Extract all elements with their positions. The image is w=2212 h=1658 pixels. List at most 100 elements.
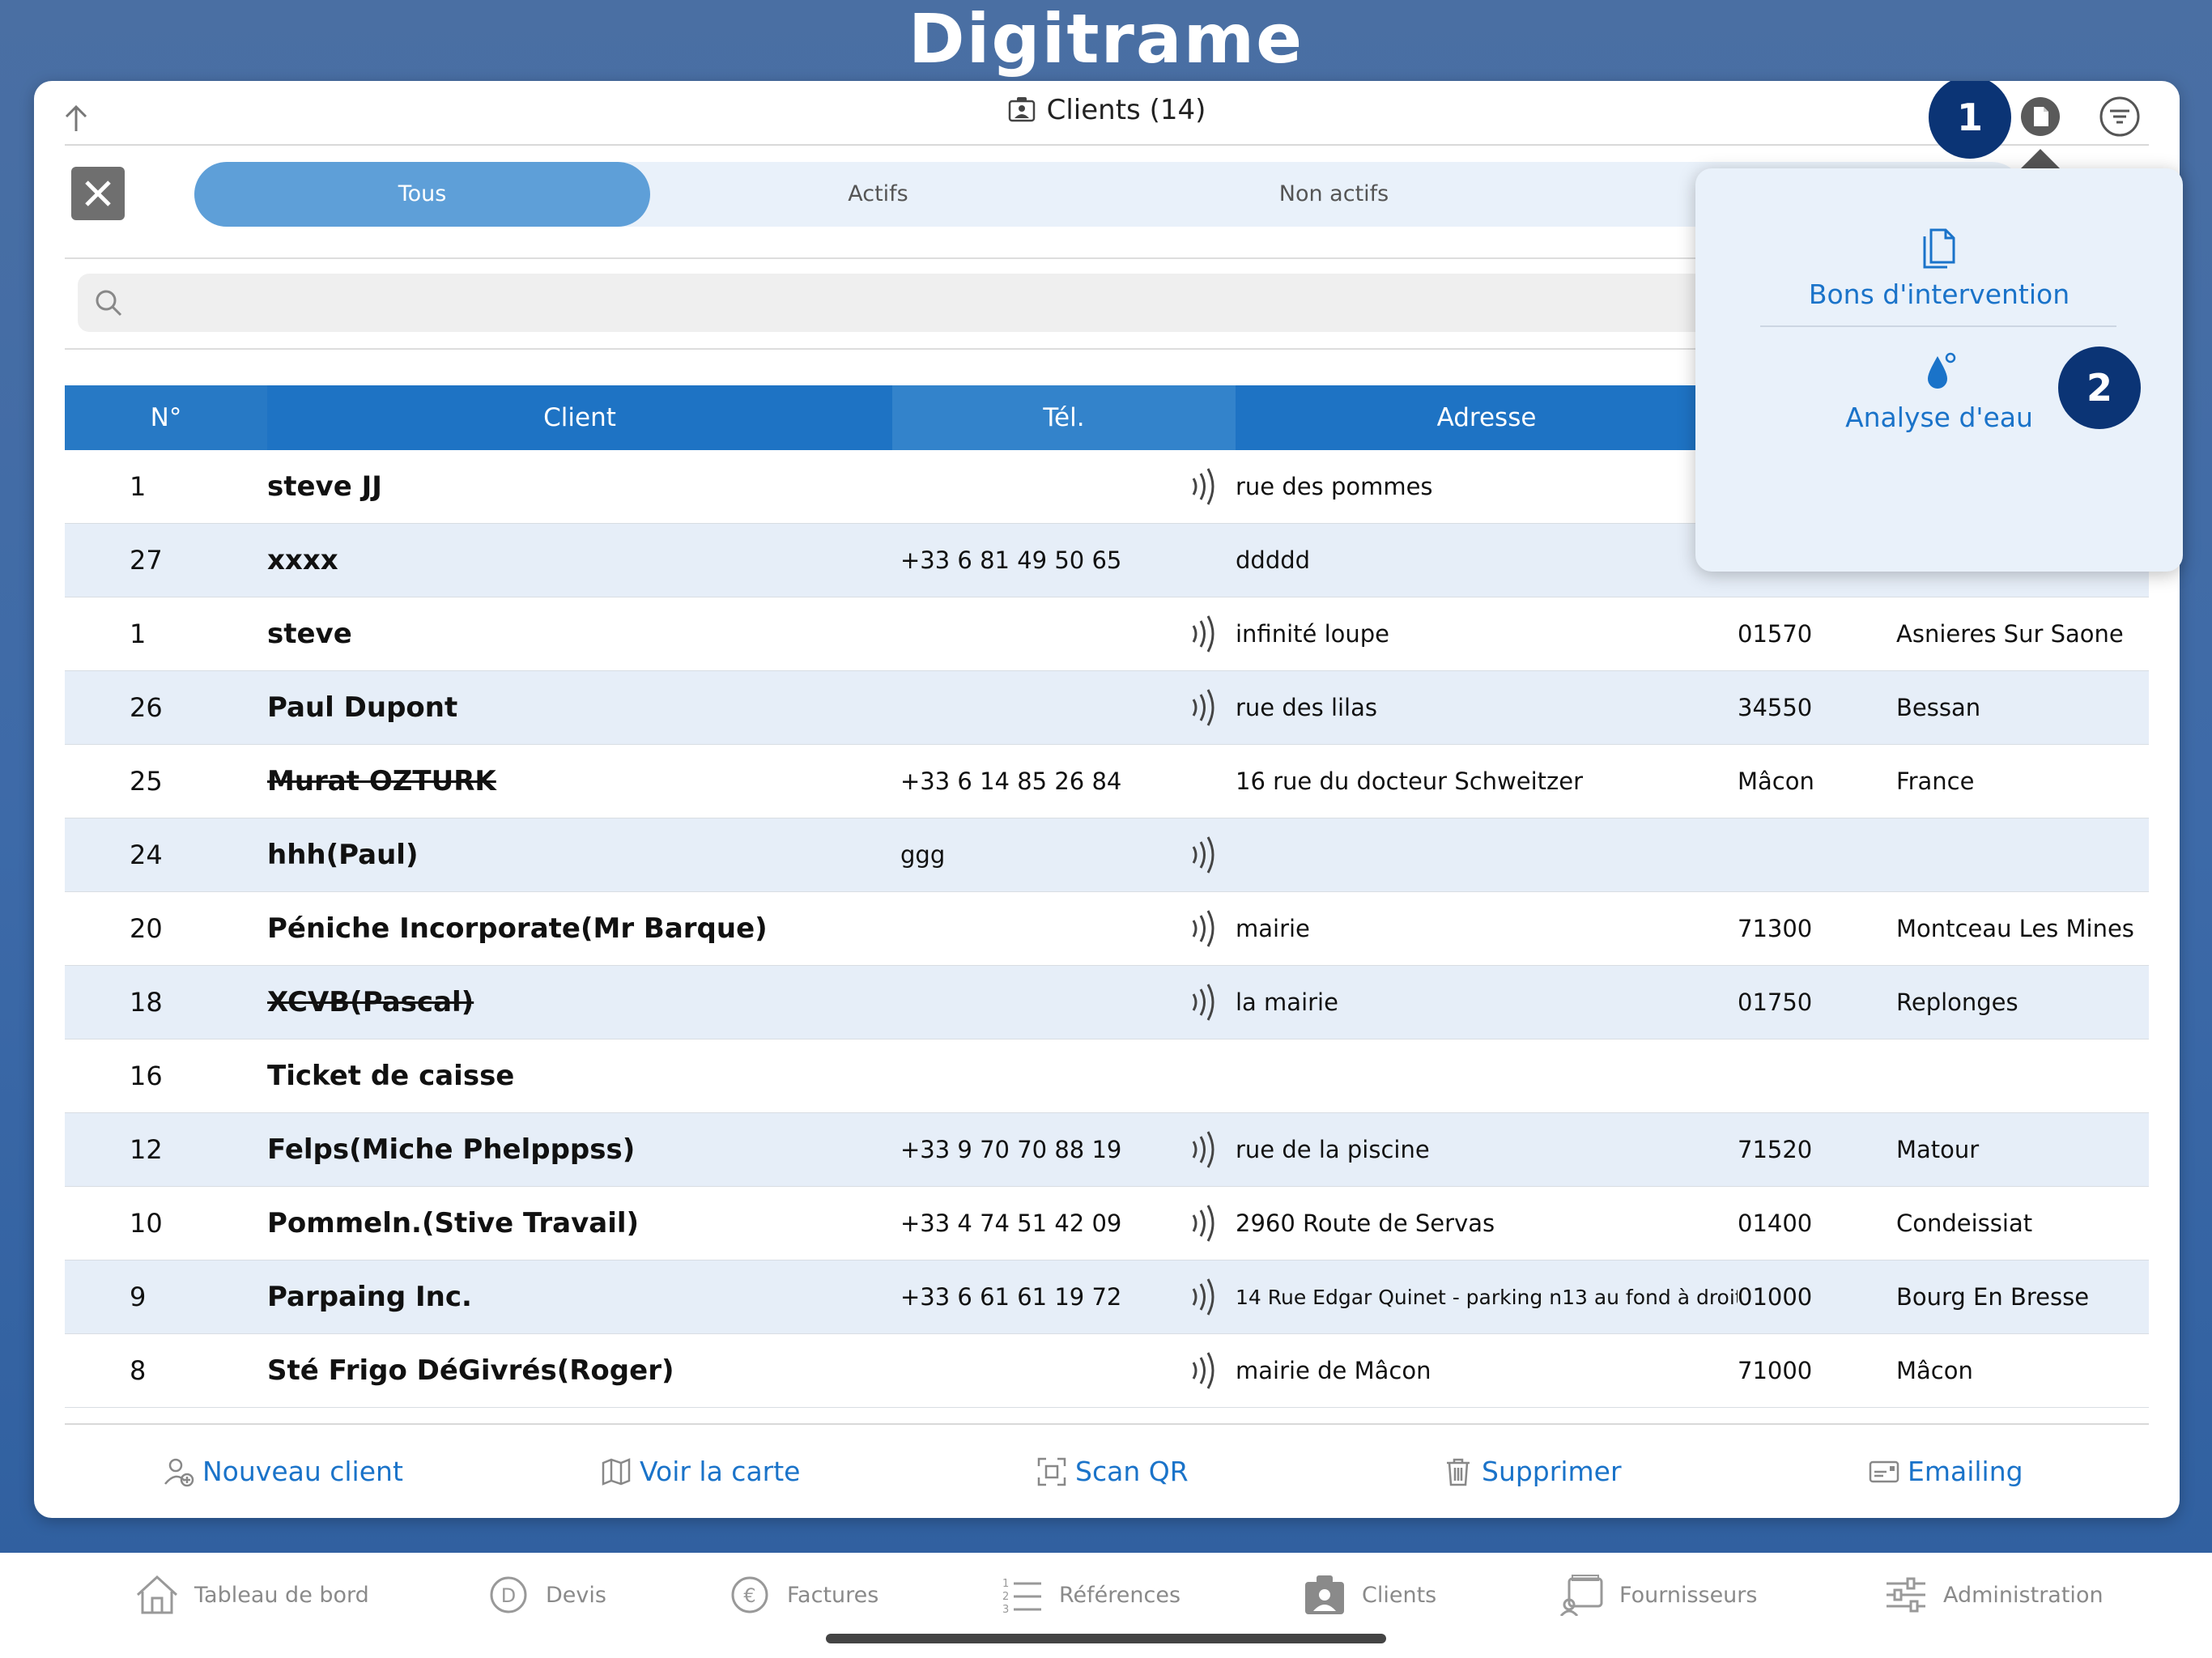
- emailing-button[interactable]: Emailing: [1869, 1441, 2023, 1503]
- documents-button[interactable]: [2019, 96, 2061, 138]
- cell-city: Mâcon: [1896, 1357, 1973, 1384]
- qr-scan-icon: [1037, 1457, 1066, 1486]
- contact-card-icon: [1305, 1575, 1344, 1614]
- cell-number: 18: [130, 987, 163, 1018]
- table-row[interactable]: 8 Sté Frigo DéGivrés(Roger) mairie de Mâco…: [65, 1334, 2149, 1408]
- view-map-label: Voir la carte: [640, 1456, 801, 1487]
- cell-phone: [892, 907, 1236, 950]
- phone-number: +33 9 70 70 88 19: [900, 1136, 1122, 1163]
- menu-item-label: Analyse d'eau: [1845, 402, 2033, 433]
- svg-text:3: 3: [1002, 1604, 1009, 1616]
- new-client-button[interactable]: Nouveau client: [164, 1441, 403, 1503]
- numbered-list-icon: 123: [1002, 1578, 1041, 1616]
- contact-card-icon: [1008, 97, 1035, 122]
- cell-client-name: xxxx: [267, 544, 338, 576]
- table-row[interactable]: 20 Péniche Incorporate(Mr Barque) mairie 71…: [65, 892, 2149, 966]
- table-row[interactable]: 16 Ticket de caisse: [65, 1039, 2149, 1113]
- tab-label: Clients: [1362, 1582, 1437, 1608]
- cell-address: ddddd: [1236, 546, 1311, 574]
- table-row[interactable]: 24 hhh(Paul) ggg: [65, 818, 2149, 892]
- phone-number: +33 6 14 85 26 84: [900, 767, 1122, 795]
- tab-devis[interactable]: D Devis: [486, 1571, 606, 1619]
- tab-actifs[interactable]: Actifs: [650, 162, 1106, 227]
- add-user-icon: [164, 1458, 194, 1487]
- nfc-contactless-icon: [1192, 910, 1214, 947]
- scan-qr-button[interactable]: Scan QR: [1036, 1441, 1189, 1503]
- tab-label: Références: [1059, 1582, 1181, 1608]
- filter-lines-icon: [2099, 96, 2140, 137]
- cell-number: 24: [130, 840, 163, 870]
- cell-client-name: XCVB(Pascal): [267, 986, 474, 1018]
- tab-administration[interactable]: Administration: [1883, 1571, 2104, 1619]
- scan-qr-label: Scan QR: [1075, 1456, 1189, 1487]
- cell-phone: +33 6 81 49 50 65: [892, 546, 1236, 574]
- cell-address: mairie: [1236, 915, 1310, 942]
- tab-tous[interactable]: Tous: [194, 162, 650, 227]
- col-header-phone[interactable]: Tél.: [892, 385, 1236, 450]
- table-row[interactable]: 26 Paul Dupont rue des lilas 34550 Bessan: [65, 671, 2149, 745]
- nfc-contactless-icon: [1192, 1131, 1214, 1168]
- home-indicator[interactable]: [826, 1634, 1386, 1643]
- cell-city: Asnieres Sur Saone: [1896, 620, 2124, 648]
- cell-phone: [892, 686, 1236, 729]
- devis-icon: D: [490, 1576, 527, 1613]
- app-logo: Digitrame: [908, 0, 1304, 79]
- cell-number: 25: [130, 766, 163, 797]
- page-title-text: Clients (14): [1046, 94, 1206, 126]
- close-button[interactable]: [71, 167, 125, 220]
- tab-fournisseurs[interactable]: Fournisseurs: [1559, 1571, 1757, 1619]
- svg-text:1: 1: [1002, 1578, 1009, 1590]
- filter-button[interactable]: [2099, 96, 2141, 138]
- tab-references[interactable]: 123 Références: [999, 1571, 1180, 1619]
- table-row[interactable]: 10 Pommeln.(Stive Travail) +33 4 74 51 42 …: [65, 1187, 2149, 1261]
- cell-postcode: 71520: [1738, 1136, 1813, 1163]
- cell-city: Bessan: [1896, 694, 1981, 721]
- cell-city: France: [1896, 767, 1975, 795]
- col-header-address[interactable]: Adresse: [1236, 385, 1738, 450]
- euro-icon: €: [731, 1576, 768, 1613]
- nfc-contactless-icon: [1192, 468, 1214, 505]
- cell-phone: ggg: [892, 833, 1236, 877]
- cell-postcode: 01750: [1738, 988, 1813, 1016]
- col-header-number[interactable]: N°: [65, 385, 267, 450]
- tab-non-actifs[interactable]: Non actifs: [1106, 162, 1562, 227]
- email-card-icon: [1869, 1460, 1899, 1483]
- tab-clients[interactable]: Clients: [1302, 1571, 1436, 1619]
- svg-text:€: €: [743, 1584, 755, 1607]
- cell-number: 20: [130, 913, 163, 944]
- nfc-contactless-icon: [1192, 984, 1214, 1021]
- cell-client-name: Felps(Miche Phelpppss): [267, 1133, 636, 1166]
- table-row[interactable]: 1 steve infinité loupe 01570 Asnieres Sur Sa…: [65, 597, 2149, 671]
- cell-client-name: Ticket de caisse: [267, 1060, 515, 1092]
- map-icon: [602, 1458, 631, 1486]
- view-map-button[interactable]: Voir la carte: [601, 1441, 800, 1503]
- delete-button[interactable]: Supprimer: [1443, 1441, 1622, 1503]
- menu-item-bons-intervention[interactable]: Bons d'intervention: [1695, 227, 2183, 310]
- phone-number: +33 6 61 61 19 72: [900, 1283, 1122, 1311]
- sliders-icon: [1887, 1577, 1925, 1613]
- table-row[interactable]: 25 Murat OZTURK +33 6 14 85 26 84 16 rue du…: [65, 745, 2149, 818]
- cell-city: Bourg En Bresse: [1896, 1283, 2090, 1311]
- cell-address: 2960 Route de Servas: [1236, 1209, 1495, 1237]
- cell-client-name: steve JJ: [267, 470, 382, 503]
- cell-client-name: Paul Dupont: [267, 691, 458, 724]
- tab-factures[interactable]: € Factures: [727, 1571, 878, 1619]
- cell-postcode: 01570: [1738, 620, 1813, 648]
- cell-city: Replonges: [1896, 988, 2018, 1016]
- cell-city: Matour: [1896, 1136, 1980, 1163]
- col-header-client[interactable]: Client: [267, 385, 892, 450]
- table-row[interactable]: 9 Parpaing Inc. +33 6 61 61 19 72 14 Rue Ed…: [65, 1261, 2149, 1334]
- tab-tableau-de-bord[interactable]: Tableau de bord: [134, 1571, 369, 1619]
- cell-phone: +33 9 70 70 88 19: [892, 1128, 1236, 1171]
- table-row[interactable]: 12 Felps(Miche Phelpppss) +33 9 70 70 88 1…: [65, 1113, 2149, 1187]
- popover-arrow: [2019, 149, 2061, 170]
- tab-label: Fournisseurs: [1619, 1582, 1758, 1608]
- table-row[interactable]: 18 XCVB(Pascal) la mairie 01750 Replonges: [65, 966, 2149, 1039]
- cell-number: 8: [130, 1355, 147, 1386]
- cell-number: 26: [130, 692, 163, 723]
- new-client-label: Nouveau client: [202, 1456, 403, 1487]
- phone-number: +33 4 74 51 42 09: [900, 1209, 1122, 1237]
- supplier-icon: [1559, 1575, 1603, 1616]
- cell-address: mairie de Mâcon: [1236, 1357, 1431, 1384]
- cell-city: Montceau Les Mines: [1896, 915, 2134, 942]
